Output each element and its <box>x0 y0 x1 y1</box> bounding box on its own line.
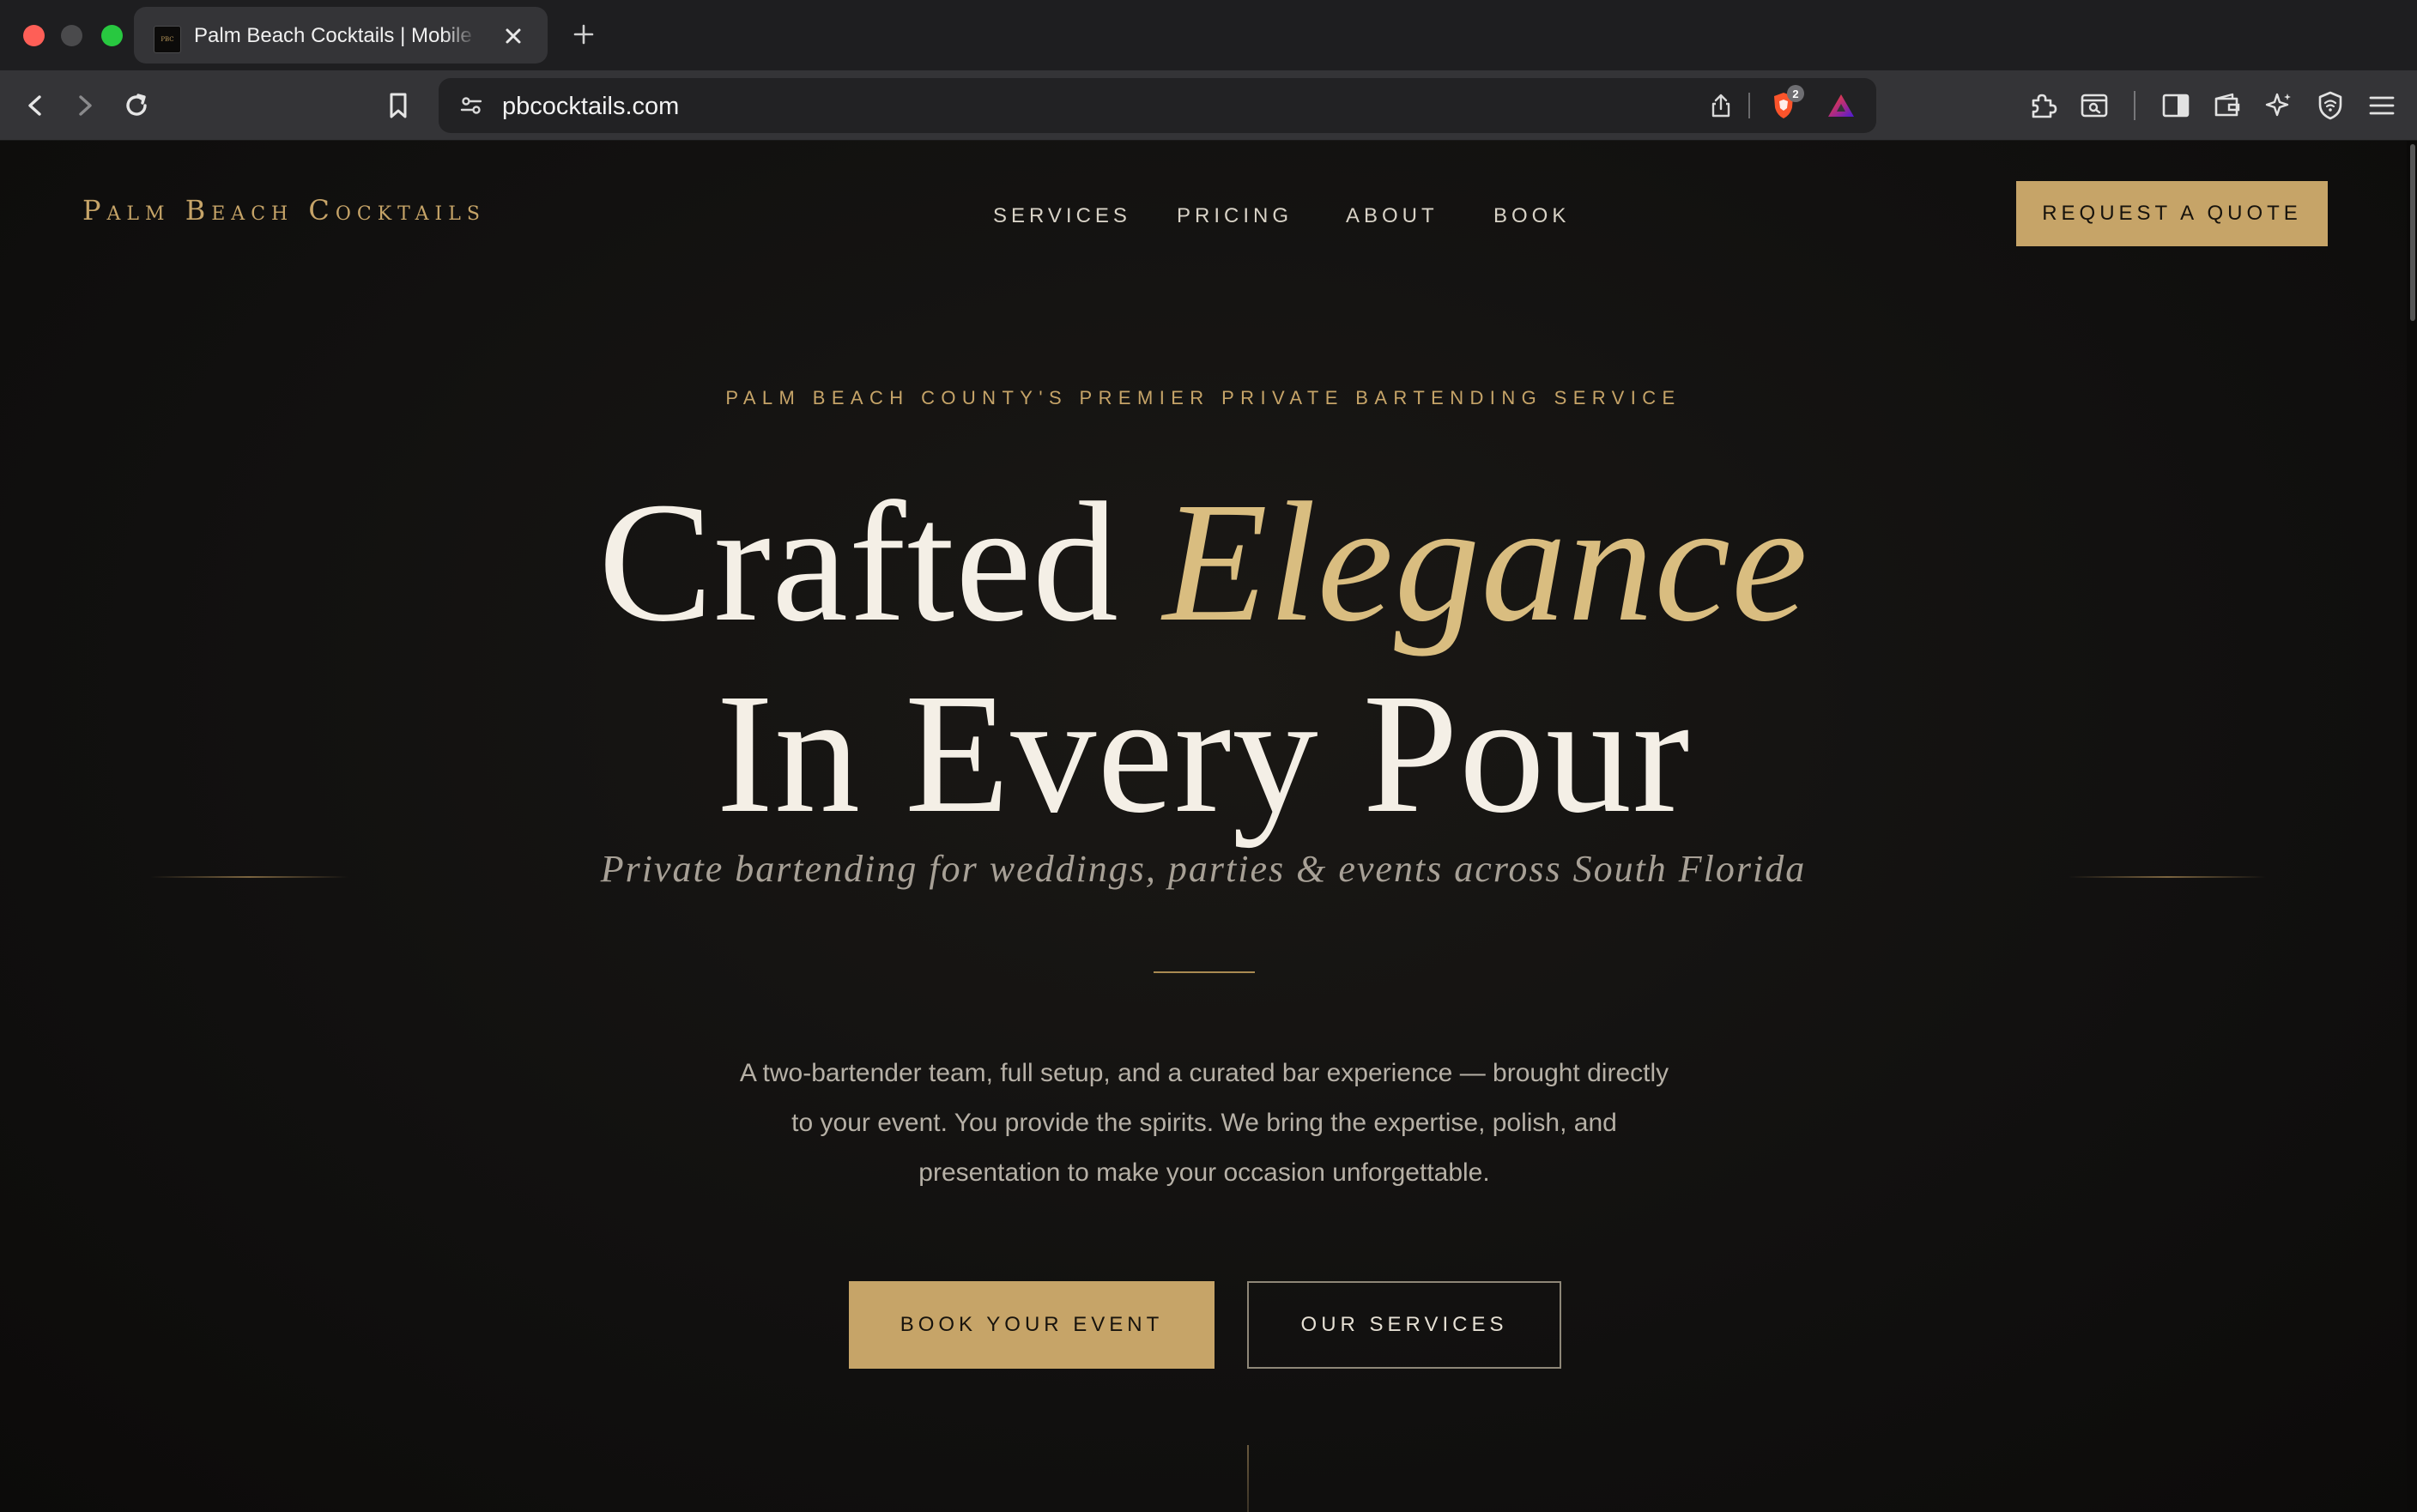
nav-pricing[interactable]: PRICING <box>1177 204 1293 228</box>
request-quote-button[interactable]: REQUEST A QUOTE <box>2016 181 2328 246</box>
hero-headline-line-1: Crafted Elegance <box>0 477 2407 649</box>
url-text[interactable]: pbcocktails.com <box>502 93 679 121</box>
vpn-shield-icon[interactable] <box>2311 86 2350 125</box>
menu-hamburger-icon[interactable] <box>2362 86 2402 125</box>
headline-plain-text: Crafted <box>598 468 1163 657</box>
bookmark-icon[interactable] <box>379 86 418 125</box>
browser-toolbar: pbcocktails.com 2 <box>0 70 2417 141</box>
toolbar-separator <box>2134 91 2135 120</box>
browser-tab-bar: PBC Palm Beach Cocktails | Mobile Barten… <box>0 0 2417 70</box>
scrollbar-thumb[interactable] <box>2410 144 2415 321</box>
shields-count-badge: 2 <box>1787 85 1804 102</box>
window-zoom-button[interactable] <box>101 25 123 46</box>
url-separator <box>1748 93 1750 118</box>
sidebar-toggle-icon[interactable] <box>2156 86 2196 125</box>
new-tab-plus-icon[interactable] <box>566 17 601 51</box>
nav-about[interactable]: ABOUT <box>1346 204 1439 228</box>
reload-icon[interactable] <box>117 86 156 125</box>
headline-accent-text: Elegance <box>1162 468 1808 657</box>
site-logo[interactable]: Palm Beach Cocktails <box>82 194 486 227</box>
website-viewport: Palm Beach Cocktails SERVICES PRICING AB… <box>0 141 2417 1512</box>
site-favicon: PBC <box>154 26 181 53</box>
our-services-button[interactable]: OUR SERVICES <box>1247 1281 1561 1369</box>
tab-title: Palm Beach Cocktails | Mobile Bartending <box>194 24 477 47</box>
window-close-button[interactable] <box>23 25 45 46</box>
leo-ai-sparkle-icon[interactable] <box>2259 86 2299 125</box>
scroll-indicator-line <box>1247 1445 1249 1512</box>
hero-description: A two-bartender team, full setup, and a … <box>739 1059 1669 1187</box>
nav-book[interactable]: BOOK <box>1493 204 1570 228</box>
page-scrollbar[interactable] <box>2407 141 2417 1512</box>
hero-subtitle: Private bartending for weddings, parties… <box>600 848 1807 890</box>
hero-headline-line-2: In Every Pour <box>716 659 1691 849</box>
extensions-puzzle-icon[interactable] <box>2023 86 2063 125</box>
wallet-icon[interactable] <box>2208 86 2247 125</box>
share-icon[interactable] <box>1702 87 1740 124</box>
back-arrow-icon[interactable] <box>15 86 55 125</box>
site-settings-icon[interactable] <box>452 87 490 124</box>
forward-arrow-icon[interactable] <box>65 86 105 125</box>
window-minimize-button[interactable] <box>61 25 82 46</box>
browser-tab-active[interactable]: PBC Palm Beach Cocktails | Mobile Barten… <box>134 7 548 64</box>
brave-shields-icon[interactable]: 2 <box>1765 85 1804 124</box>
brave-rewards-icon[interactable] <box>1822 87 1860 124</box>
nav-services[interactable]: SERVICES <box>993 204 1131 228</box>
leo-reader-icon[interactable] <box>2075 86 2114 125</box>
gold-divider <box>1154 971 1255 973</box>
book-your-event-button[interactable]: BOOK YOUR EVENT <box>849 1281 1215 1369</box>
hero-eyebrow: PALM BEACH COUNTY'S PREMIER PRIVATE BART… <box>725 387 1681 408</box>
tab-close-icon[interactable] <box>498 21 529 51</box>
address-bar[interactable]: pbcocktails.com 2 <box>439 78 1876 133</box>
